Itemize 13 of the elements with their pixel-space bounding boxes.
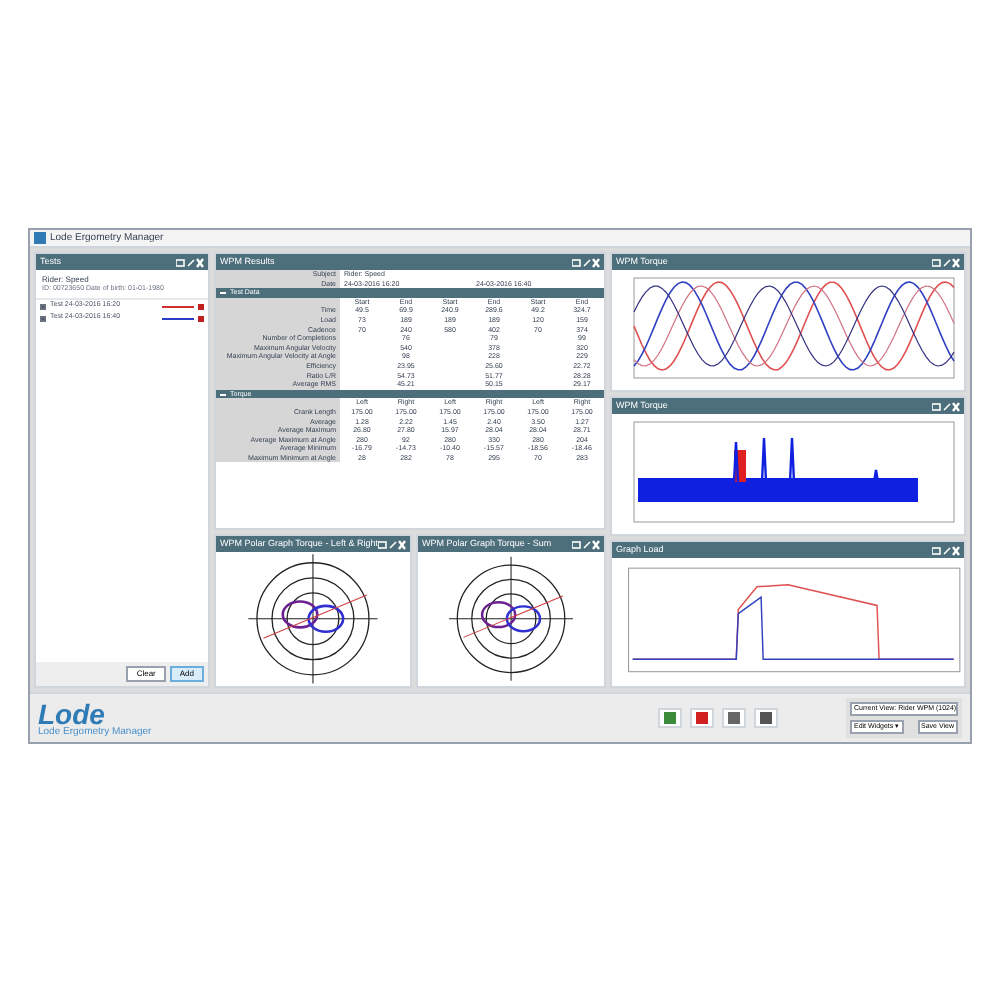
polar-chart-drawing [448,556,574,682]
app-icon [34,232,46,244]
panel-controls-icon[interactable] [572,539,600,550]
panel-controls-icon[interactable] [377,539,406,550]
polar-chart-drawing [247,554,379,685]
panel-controls-icon[interactable] [932,401,960,411]
panel-controls-icon[interactable] [176,257,204,267]
panel-controls-icon[interactable] [932,545,960,555]
panel-controls-icon[interactable] [932,257,960,267]
panel-controls-icon[interactable] [572,257,600,267]
checkbox[interactable] [40,315,46,321]
logo: Lode [38,699,105,727]
checkbox[interactable] [40,303,46,309]
